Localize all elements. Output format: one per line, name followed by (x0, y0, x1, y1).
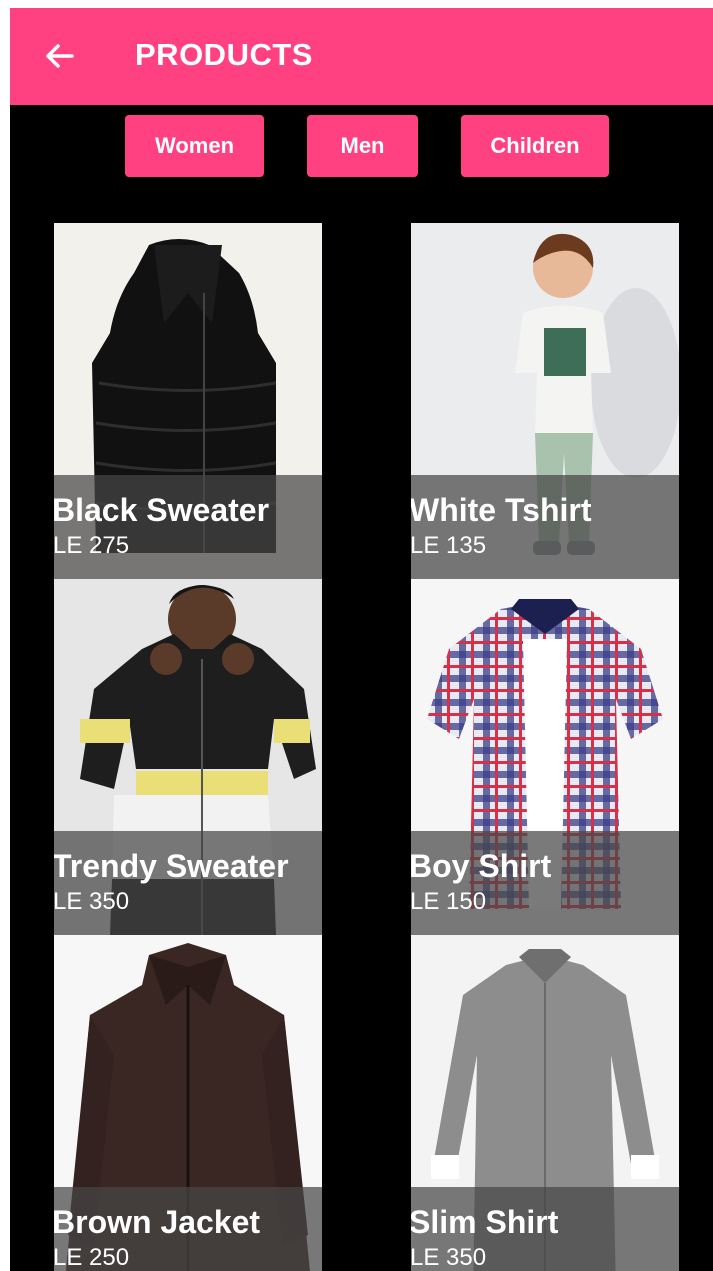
product-price: LE 150 (411, 888, 487, 915)
product-card[interactable]: Boy Shirt LE 150 (411, 579, 679, 935)
product-price: LE 135 (411, 532, 487, 559)
product-name: Black Sweater (54, 492, 270, 528)
product-card[interactable]: White Tshirt LE 135 (411, 223, 679, 579)
product-price: LE 250 (54, 1244, 130, 1271)
app-screen: PRODUCTS Women Men Children Black Sweate… (10, 8, 713, 1271)
product-card[interactable]: Slim Shirt LE 350 (411, 935, 679, 1271)
product-name: Slim Shirt (411, 1204, 559, 1240)
arrow-left-icon (46, 44, 74, 68)
product-card[interactable]: Black Sweater LE 275 (54, 223, 322, 579)
product-name: Boy Shirt (411, 848, 552, 884)
product-name: White Tshirt (411, 492, 592, 528)
product-price: LE 350 (411, 1244, 487, 1271)
product-name: Brown Jacket (54, 1204, 261, 1240)
product-price: LE 275 (54, 532, 130, 559)
product-price: LE 350 (54, 888, 130, 915)
category-children-button[interactable]: Children (461, 115, 609, 177)
app-bar: PRODUCTS (10, 8, 713, 105)
product-name: Trendy Sweater (54, 848, 289, 884)
back-button[interactable] (42, 38, 78, 74)
product-card[interactable]: Trendy Sweater LE 350 (54, 579, 322, 935)
page-title: PRODUCTS (135, 37, 313, 72)
category-men-button[interactable]: Men (307, 115, 418, 177)
product-card[interactable]: Brown Jacket LE 250 (54, 935, 322, 1271)
category-women-button[interactable]: Women (125, 115, 264, 177)
